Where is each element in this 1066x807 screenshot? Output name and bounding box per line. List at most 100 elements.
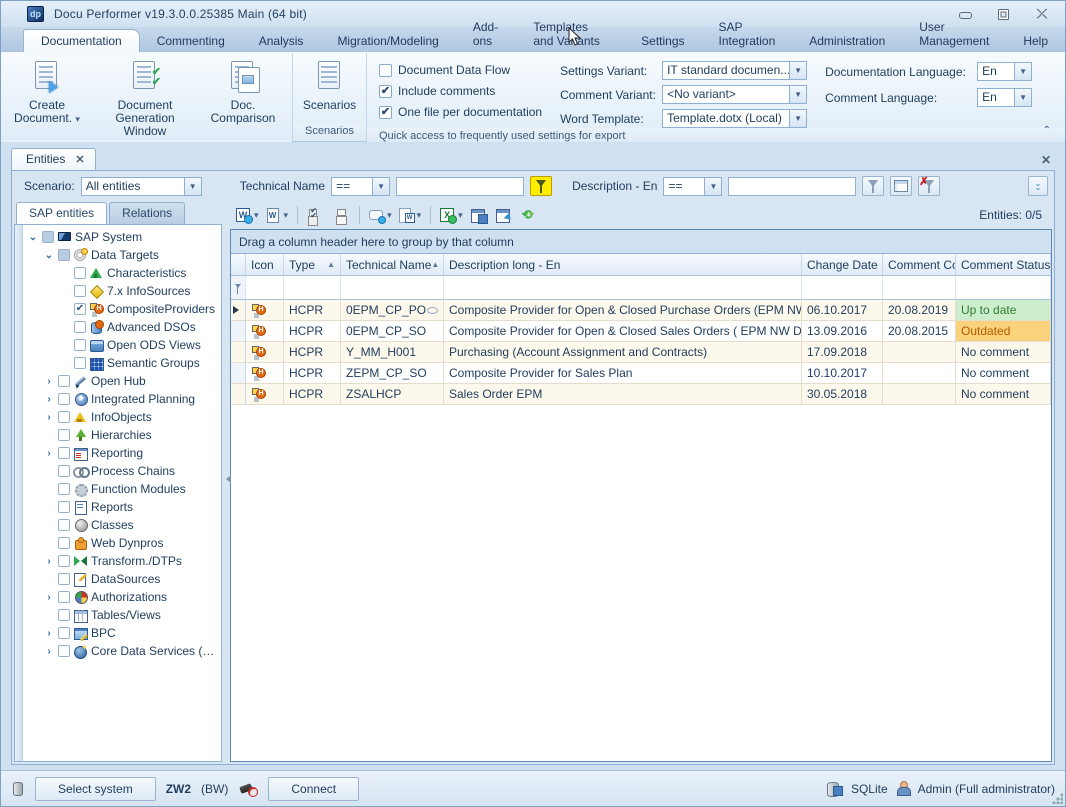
- ribbon-tab-administration[interactable]: Administration: [792, 30, 902, 52]
- tree-checkbox[interactable]: [58, 573, 70, 585]
- create-document-button[interactable]: Create Document. ▾: [1, 57, 93, 128]
- chevron-down-icon[interactable]: ▼: [373, 177, 390, 196]
- tree-tab-relations[interactable]: Relations: [109, 202, 185, 224]
- column-header-technical-name[interactable]: Technical Name▲: [341, 254, 444, 276]
- tree-scrollbar[interactable]: [15, 225, 23, 761]
- comment-button[interactable]: ▾: [367, 204, 394, 226]
- tree-tab-sap-entities[interactable]: SAP entities: [16, 202, 107, 224]
- chevron-down-icon[interactable]: ▾: [284, 210, 289, 221]
- scenario-select[interactable]: All entities▼: [81, 177, 202, 196]
- description-input[interactable]: [728, 177, 856, 196]
- tree-checkbox[interactable]: [74, 267, 86, 279]
- table-row[interactable]: HCPRY_MM_H001Purchasing (Account Assignm…: [231, 342, 1051, 363]
- tree-checkbox[interactable]: [58, 627, 70, 639]
- tree-checkbox[interactable]: [74, 321, 86, 333]
- column-header-type[interactable]: Type▲: [284, 254, 341, 276]
- select-combo[interactable]: <No variant>▼: [662, 85, 807, 104]
- autofilter-cell[interactable]: [246, 276, 284, 300]
- tree-checkbox[interactable]: [74, 339, 86, 351]
- tree-checkbox[interactable]: [58, 645, 70, 657]
- chevron-down-icon[interactable]: ▾: [458, 210, 463, 221]
- autofilter-cell[interactable]: [341, 276, 444, 300]
- resize-grip[interactable]: [1051, 792, 1063, 804]
- tree-item-process-chains[interactable]: Process Chains: [23, 462, 221, 480]
- table-row[interactable]: HCPRZEPM_CP_SOComposite Provider for Sal…: [231, 363, 1051, 384]
- tree-item-data-targets[interactable]: ⌄Data Targets: [23, 246, 221, 264]
- chevron-down-icon[interactable]: ▾: [417, 210, 422, 221]
- autofilter-cell[interactable]: [883, 276, 956, 300]
- checkbox-one-file-per-documentation[interactable]: One file per documentation: [379, 105, 542, 119]
- ribbon-tab-commenting[interactable]: Commenting: [140, 30, 242, 52]
- doc-comparison-button[interactable]: Doc. Comparison: [197, 57, 289, 127]
- chevron-down-icon[interactable]: ▼: [790, 109, 807, 128]
- expander-closed-icon[interactable]: ›: [43, 628, 55, 639]
- expander-closed-icon[interactable]: ›: [43, 412, 55, 423]
- column-header-description-long-en[interactable]: Description long - En: [444, 254, 802, 276]
- select-combo[interactable]: IT standard documen...▼: [662, 61, 807, 80]
- tree-checkbox[interactable]: [74, 285, 86, 297]
- tree-checkbox[interactable]: [58, 555, 70, 567]
- tree-item-reporting[interactable]: ›Reporting: [23, 444, 221, 462]
- expander-closed-icon[interactable]: ›: [43, 376, 55, 387]
- expander-open-icon[interactable]: ⌄: [43, 250, 55, 261]
- tree-item-advanced-dsos[interactable]: Advanced DSOs: [23, 318, 221, 336]
- ribbon-tab-help[interactable]: Help: [1006, 30, 1065, 52]
- tree-item-reports[interactable]: Reports: [23, 498, 221, 516]
- column-header-comment-co-[interactable]: Comment Co...: [883, 254, 956, 276]
- autofilter-cell[interactable]: [284, 276, 341, 300]
- ribbon-tab-settings[interactable]: Settings: [624, 30, 701, 52]
- tree-checkbox[interactable]: [58, 429, 70, 441]
- autofilter-cell[interactable]: [444, 276, 802, 300]
- word-new-button[interactable]: ▾: [234, 204, 261, 226]
- ribbon-tab-migration-modeling[interactable]: Migration/Modeling: [320, 30, 455, 52]
- tab-close-icon[interactable]: ✕: [75, 153, 84, 166]
- tree-checkbox[interactable]: [58, 609, 70, 621]
- tree-item-compositeproviders[interactable]: CompositeProviders: [23, 300, 221, 318]
- checkbox-icon[interactable]: [379, 106, 392, 119]
- tree-checkbox[interactable]: [42, 231, 54, 243]
- word-comment-button[interactable]: ▾: [397, 204, 424, 226]
- tree-item-web-dynpros[interactable]: Web Dynpros: [23, 534, 221, 552]
- technical-name-input[interactable]: [396, 177, 524, 196]
- table-row[interactable]: HCPR0EPM_CP_SOComposite Provider for Ope…: [231, 321, 1051, 342]
- select-combo[interactable]: Template.dotx (Local)▼: [662, 109, 807, 128]
- tree-item-function-modules[interactable]: Function Modules: [23, 480, 221, 498]
- tree-checkbox[interactable]: [74, 303, 86, 315]
- ribbon-tab-analysis[interactable]: Analysis: [242, 30, 321, 52]
- expander-closed-icon[interactable]: ›: [43, 394, 55, 405]
- expander-closed-icon[interactable]: ›: [43, 592, 55, 603]
- expander-open-icon[interactable]: ⌄: [27, 232, 39, 243]
- table-row[interactable]: HCPRZSALHCPSales Order EPM30.05.2018No c…: [231, 384, 1051, 405]
- tree-item-hierarchies[interactable]: Hierarchies: [23, 426, 221, 444]
- word-open-button[interactable]: ▾: [264, 204, 291, 226]
- tree-checkbox[interactable]: [58, 519, 70, 531]
- tree-checkbox[interactable]: [74, 357, 86, 369]
- expander-closed-icon[interactable]: ›: [43, 646, 55, 657]
- checkbox-document-data-flow[interactable]: Document Data Flow: [379, 63, 542, 77]
- chevron-down-icon[interactable]: ▼: [790, 85, 807, 104]
- filter-layout-button[interactable]: [890, 176, 912, 196]
- ribbon-tab-templates-and-variants[interactable]: Templates and Variants: [516, 16, 624, 52]
- tree-item-authorizations[interactable]: ›Authorizations: [23, 588, 221, 606]
- tree-item-infoobjects[interactable]: ›InfoObjects: [23, 408, 221, 426]
- connect-button[interactable]: Connect: [268, 777, 359, 801]
- group-by-bar[interactable]: Drag a column header here to group by th…: [231, 230, 1051, 254]
- system-list-icon[interactable]: [11, 781, 25, 797]
- apply-filter-button[interactable]: [862, 176, 884, 196]
- autofilter-cell[interactable]: [802, 276, 883, 300]
- tree-item-transform-dtps[interactable]: ›Transform./DTPs: [23, 552, 221, 570]
- description-operator-select[interactable]: ==▼: [663, 177, 722, 196]
- grid-export-button[interactable]: [493, 204, 515, 226]
- tree-item-characteristics[interactable]: Characteristics: [23, 264, 221, 282]
- tree-item-core-data-services-c-[interactable]: ›Core Data Services (C...: [23, 642, 221, 660]
- ribbon-tab-sap-integration[interactable]: SAP Integration: [702, 16, 793, 52]
- autofilter-cell[interactable]: [956, 276, 1051, 300]
- tree-item-classes[interactable]: Classes: [23, 516, 221, 534]
- tree-checkbox[interactable]: [58, 375, 70, 387]
- language-combo[interactable]: En▼: [977, 88, 1032, 107]
- collapse-panel-icon[interactable]: [222, 475, 231, 483]
- chevron-down-icon[interactable]: ▼: [1015, 88, 1032, 107]
- technical-name-operator-select[interactable]: ==▼: [331, 177, 390, 196]
- expand-filters-button[interactable]: ⌄⌄: [1028, 176, 1048, 196]
- tree-checkbox[interactable]: [58, 591, 70, 603]
